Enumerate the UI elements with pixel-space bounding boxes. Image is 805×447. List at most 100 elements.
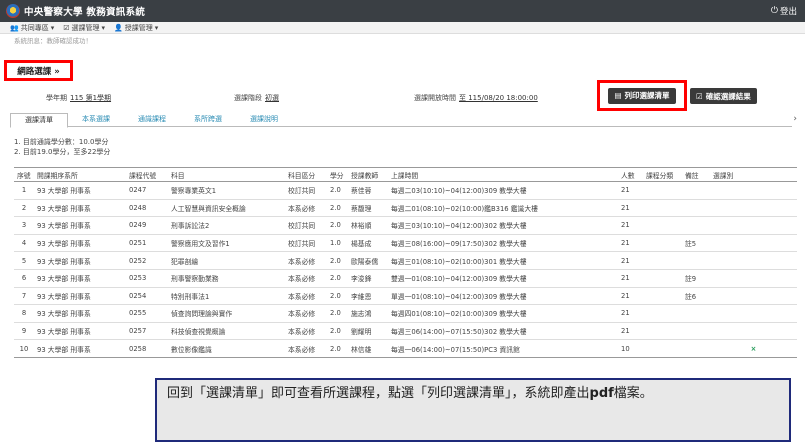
table-cell: 21 <box>618 251 643 270</box>
table-cell: 0258 <box>126 339 168 358</box>
table-cell: 歐陽泰儒 <box>348 251 388 270</box>
tab-instructions[interactable]: 選課說明 <box>236 113 292 127</box>
table-row: 10 93 大學部 刑事系 0258 數位影像鑑識 本系必修 2.0 林信雄 每週一06(14… <box>14 339 797 358</box>
app-title: 中央警察大學 教務資訊系統 <box>24 7 146 18</box>
table-cell: 註5 <box>682 234 710 253</box>
table-cell: 21 <box>618 304 643 323</box>
table-cell: 警察應用文及習作1 <box>168 234 285 253</box>
table-cell: 2.0 <box>327 304 348 323</box>
col-header: 人數 <box>618 167 643 182</box>
table-cell: 校訂共同 <box>285 181 327 200</box>
table-cell: 2.0 <box>327 322 348 341</box>
open-time-label: 選課開放時間 <box>414 94 456 102</box>
confirm-result-button[interactable]: ☑ 確認選課結果 <box>690 88 757 104</box>
menu-label: 選課管理 <box>71 23 100 32</box>
table-cell <box>643 216 682 235</box>
semester-label: 學年期 <box>46 94 67 102</box>
breadcrumb-label: 網路選課 » <box>17 66 60 77</box>
table-cell: 1 <box>14 181 34 200</box>
table-cell: 施志鴻 <box>348 304 388 323</box>
remove-course-icon[interactable]: × <box>710 339 797 358</box>
table-cell: 0257 <box>126 322 168 341</box>
semester-info: 學年期 115 第1學期 <box>46 93 111 103</box>
table-cell: 93 大學部 刑事系 <box>34 251 126 270</box>
logout-button[interactable]: ⏻ 登出 <box>771 5 797 17</box>
menu-item-teaching[interactable]: 👤 授課管理 ▾ <box>114 23 158 33</box>
print-highlight: ▤ 列印選課清單 <box>597 80 687 111</box>
table-cell: 蔡馥理 <box>348 199 388 218</box>
table-cell <box>643 287 682 306</box>
table-cell <box>643 322 682 341</box>
table-cell <box>710 251 797 270</box>
table-cell: 93 大學部 刑事系 <box>34 269 126 288</box>
table-cell: 每週三01(08:10)~02(10:00)301 教學大樓 <box>388 251 618 270</box>
table-cell: 林信雄 <box>348 339 388 358</box>
table-cell: 2.0 <box>327 199 348 218</box>
table-cell: 0253 <box>126 269 168 288</box>
col-header: 科目 <box>168 167 285 182</box>
table-row: 5 93 大學部 刑事系 0252 犯罪剖繪 本系必修 2.0 歐陽泰儒 每週三01(08:1… <box>14 251 797 270</box>
chevron-right-icon[interactable]: › <box>793 114 797 124</box>
table-cell <box>682 304 710 323</box>
table-cell: 2 <box>14 199 34 218</box>
table-cell: 21 <box>618 181 643 200</box>
tab-general[interactable]: 通識課程 <box>124 113 180 127</box>
table-cell: 警察專業英文1 <box>168 181 285 200</box>
table-cell <box>710 216 797 235</box>
table-cell: 5 <box>14 251 34 270</box>
table-cell: 校訂共同 <box>285 216 327 235</box>
table-cell: 93 大學部 刑事系 <box>34 199 126 218</box>
breadcrumb: 網路選課 » <box>4 60 73 81</box>
print-icon: ▤ <box>614 91 622 100</box>
table-cell: 每週一06(14:00)~07(15:50)PC3 資訊館 <box>388 339 618 358</box>
table-cell: 科技偵查視覺概論 <box>168 322 285 341</box>
table-row: 1 93 大學部 刑事系 0247 警察專業英文1 校訂共同 2.0 蔡佳蓉 每週二03(10… <box>14 181 797 200</box>
table-cell: 3 <box>14 216 34 235</box>
table-cell: 本系必修 <box>285 287 327 306</box>
summary-line: 1. 目前通識學分數：10.0學分 <box>14 138 109 146</box>
print-label: 列印選課清單 <box>624 91 670 100</box>
table-cell: 4 <box>14 234 34 253</box>
table-cell: 本系必修 <box>285 339 327 358</box>
table-cell: 每週三03(10:10)~04(12:00)302 教學大樓 <box>388 216 618 235</box>
print-list-button[interactable]: ▤ 列印選課清單 <box>608 87 676 104</box>
semester-value[interactable]: 115 第1學期 <box>70 94 111 102</box>
col-header: 課程分類 <box>643 167 682 182</box>
table-cell: 李維恩 <box>348 287 388 306</box>
callout-tail: 檔案。 <box>613 386 653 401</box>
tab-department[interactable]: 本系選課 <box>68 113 124 127</box>
table-cell <box>710 304 797 323</box>
table-cell <box>682 199 710 218</box>
menu-item-common[interactable]: 👥 共同專區 ▾ <box>10 23 54 33</box>
table-cell <box>643 234 682 253</box>
open-time-value: 至 115/08/20 18:00:00 <box>459 94 538 102</box>
table-cell: 單週一01(08:10)~04(12:00)309 教學大樓 <box>388 287 618 306</box>
table-cell: 0251 <box>126 234 168 253</box>
col-header: 上課時間 <box>388 167 618 182</box>
table-row: 8 93 大學部 刑事系 0255 偵查詢問理論與實作 本系必修 2.0 施志鴻 每週四01(… <box>14 304 797 323</box>
users-icon: 👥 <box>10 23 19 32</box>
tab-cross-department[interactable]: 系所跨選 <box>180 113 236 127</box>
checkbox-icon: ☑ <box>63 23 70 32</box>
table-cell <box>643 251 682 270</box>
table-cell: 偵查詢問理論與實作 <box>168 304 285 323</box>
table-cell: 93 大學部 刑事系 <box>34 234 126 253</box>
instruction-callout: 回到「選課清單」即可查看所選課程，點選「列印選課清單」，系統即產出pdf檔案。 <box>155 378 791 442</box>
table-cell: 93 大學部 刑事系 <box>34 216 126 235</box>
table-cell <box>643 339 682 358</box>
table-cell: 本系必修 <box>285 304 327 323</box>
logout-label: 登出 <box>779 7 797 17</box>
table-cell: 21 <box>618 322 643 341</box>
table-row: 3 93 大學部 刑事系 0249 刑事訴訟法2 校訂共同 2.0 林裕順 每週三03(10:… <box>14 216 797 235</box>
table-cell <box>710 234 797 253</box>
power-icon: ⏻ <box>770 6 778 16</box>
tab-course-list[interactable]: 選課清單 <box>10 113 68 128</box>
table-cell: 1.0 <box>327 234 348 253</box>
menu-item-course-selection[interactable]: ☑ 選課管理 ▾ <box>63 23 105 33</box>
table-cell: 林裕順 <box>348 216 388 235</box>
caret-down-icon: ▾ <box>50 23 55 32</box>
table-cell: 0249 <box>126 216 168 235</box>
table-row: 6 93 大學部 刑事系 0253 刑事警察勤業務 本系必修 2.0 李浚鋒 雙週一01(08… <box>14 269 797 288</box>
table-cell <box>710 322 797 341</box>
table-cell: 註9 <box>682 269 710 288</box>
